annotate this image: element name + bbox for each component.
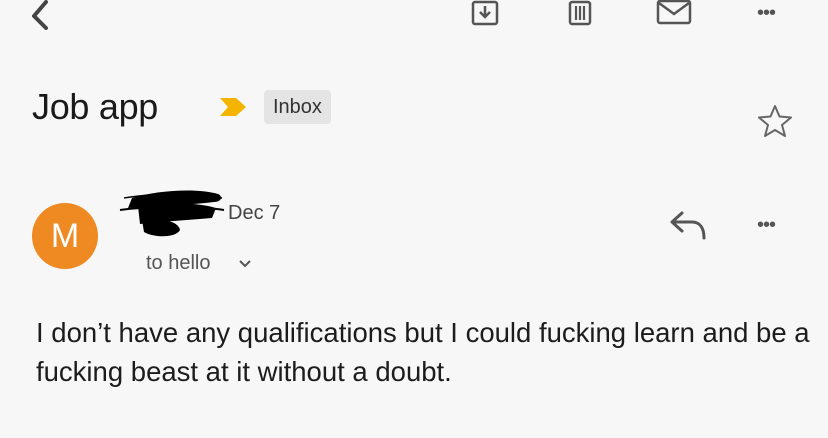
back-arrow-icon[interactable]: [28, 0, 68, 30]
star-icon[interactable]: [756, 103, 794, 139]
chevron-down-icon[interactable]: [238, 259, 252, 269]
important-label-icon[interactable]: [218, 96, 248, 118]
message-more-icon[interactable]: •••: [757, 214, 776, 237]
mail-icon[interactable]: [656, 0, 692, 26]
trash-icon[interactable]: [566, 0, 594, 26]
archive-icon[interactable]: [471, 0, 499, 26]
inbox-label-chip[interactable]: Inbox: [264, 90, 331, 124]
email-body: I don’t have any qualifications but I co…: [36, 317, 810, 387]
redacted-sender-name: [119, 190, 225, 237]
email-subject: Job app: [32, 86, 159, 127]
reply-icon[interactable]: [668, 210, 710, 242]
more-options-icon[interactable]: •••: [757, 2, 776, 25]
recipient-line[interactable]: to hello: [146, 252, 211, 275]
sender-avatar[interactable]: M: [32, 203, 98, 269]
email-date: Dec 7: [228, 202, 281, 224]
